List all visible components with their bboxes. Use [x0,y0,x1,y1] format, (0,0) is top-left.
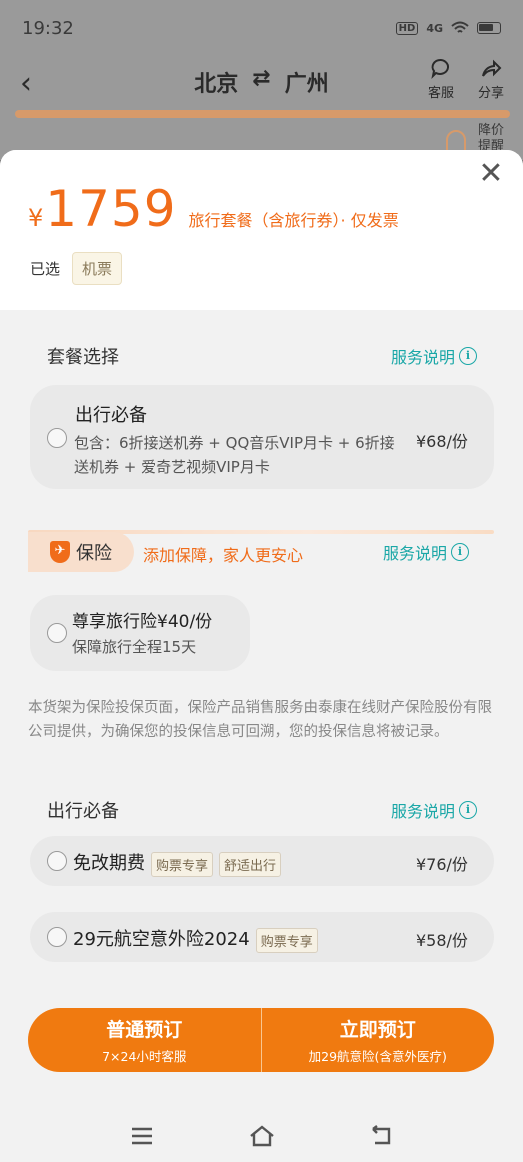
destination-city: 广州 [284,72,329,97]
price-currency: ¥ [28,204,44,232]
background-strip [15,110,510,118]
essential-item-tag: 舒适出行 [219,851,282,877]
package-card-desc: 包含：6折接送机券 + QQ音乐VIP月卡 + 6折接送机券 + 爱奇艺视频VI… [74,434,395,476]
menu-icon[interactable] [127,1121,157,1151]
essential-item-tag: 购票专享 [151,851,214,877]
hd-icon: HD [395,21,419,35]
status-time: 19:32 [22,17,74,39]
insurance-badge: ✈ 保险 [28,532,134,572]
insurance-disclaimer: 本货架为保险投保页面，保险产品销售服务由泰康在线财产保险股份有限公司提供，为确保… [28,700,492,740]
service-button[interactable]: 客服 [428,58,454,101]
selected-row: 已选 机票 [30,252,123,285]
package-radio[interactable] [47,428,67,448]
service-label: 客服 [428,86,455,101]
background-app: 19:32 HD 4G ‹ 北京 ⇄ 广州 客服 分享 降价 提醒 [0,0,523,160]
shield-plane-icon: ✈ [50,541,70,563]
essential-item-radio[interactable] [47,851,67,871]
insurance-card-title: 尊享旅行险¥40/份 [72,612,213,632]
essentials-section-header: 出行必备 服务说明 i [47,797,477,823]
essentials-title: 出行必备 [47,801,119,822]
total-price: ¥ 1759 旅行套餐（含旅行券）· 仅发票 [28,180,399,238]
essential-item-price: ¥76/份 [416,855,468,874]
essential-item-row: 29元航空意外险2024 购票专享 [73,925,318,953]
essential-item-price: ¥58/份 [416,931,468,950]
booking-buttons: 普通预订 7×24小时客服 立即预订 加29航意险(含意外医疗) [28,1008,494,1072]
origin-city: 北京 [194,72,239,97]
insurance-radio[interactable] [47,623,67,643]
swap-icon: ⇄ [252,66,271,91]
price-value: 1759 [45,180,177,238]
selected-chip: 机票 [72,252,123,285]
package-card[interactable]: 出行必备 包含：6折接送机券 + QQ音乐VIP月卡 + 6折接送机券 + 爱奇… [30,385,494,489]
system-nav-bar [0,1110,523,1162]
essential-item-radio[interactable] [47,927,67,947]
package-section-header: 套餐选择 服务说明 i [47,343,477,369]
price-description: 旅行套餐（含旅行券）· 仅发票 [188,211,399,230]
insurance-label: 保险 [76,543,112,564]
nav-bar: ‹ 北京 ⇄ 广州 客服 分享 [0,56,523,108]
status-bar: 19:32 HD 4G [0,0,523,56]
insurance-slogan: 添加保障，家人更安心 [143,546,304,565]
info-icon: i [459,347,477,365]
chat-icon [431,59,449,80]
normal-booking-button[interactable]: 普通预订 7×24小时客服 [28,1008,261,1072]
instant-booking-label: 立即预订 [339,1019,416,1041]
essential-item-row: 免改期费 购票专享 舒适出行 [73,849,282,877]
package-sheet: ✕ ¥ 1759 旅行套餐（含旅行券）· 仅发票 已选 机票 套餐选择 服务说明… [0,150,523,1162]
share-icon [482,59,502,77]
essential-item-title: 免改期费 [73,853,145,874]
insurance-card[interactable]: 尊享旅行险¥40/份 保障旅行全程15天 [30,595,250,671]
package-service-link[interactable]: 服务说明 i [391,344,477,368]
insurance-card-desc: 保障旅行全程15天 [72,638,197,656]
back-nav-icon[interactable] [367,1121,397,1151]
insurance-banner: ✈ 保险 添加保障，家人更安心 服务说明 i [28,530,494,572]
share-label: 分享 [478,86,505,101]
package-title: 套餐选择 [47,347,119,368]
wifi-icon [451,21,469,33]
essential-item-card[interactable]: 免改期费 购票专享 舒适出行 ¥76/份 [30,836,494,886]
signal-icon: 4G [426,21,443,35]
home-icon[interactable] [247,1121,277,1151]
instant-booking-button[interactable]: 立即预订 加29航意险(含意外医疗) [260,1008,495,1072]
essentials-service-link[interactable]: 服务说明 i [391,798,477,822]
package-card-title: 出行必备 [75,405,147,426]
battery-icon [477,22,501,34]
essential-item-card[interactable]: 29元航空意外险2024 购票专享 ¥58/份 [30,912,494,962]
instant-booking-sub: 加29航意险(含意外医疗) [308,1049,447,1064]
normal-booking-sub: 7×24小时客服 [102,1049,187,1064]
close-icon[interactable]: ✕ [476,159,506,190]
essential-item-title: 29元航空意外险2024 [73,929,250,950]
info-icon: i [459,801,477,819]
insurance-service-link[interactable]: 服务说明 i [383,540,470,564]
sheet-header: ✕ ¥ 1759 旅行套餐（含旅行券）· 仅发票 已选 机票 [0,150,523,310]
selected-label: 已选 [30,260,61,278]
share-button[interactable]: 分享 [478,58,504,101]
status-icons: HD 4G [395,21,501,35]
info-icon: i [451,543,470,561]
essential-item-tag: 购票专享 [255,927,318,953]
package-card-price: ¥68/份 [416,432,468,451]
normal-booking-label: 普通预订 [106,1019,183,1041]
